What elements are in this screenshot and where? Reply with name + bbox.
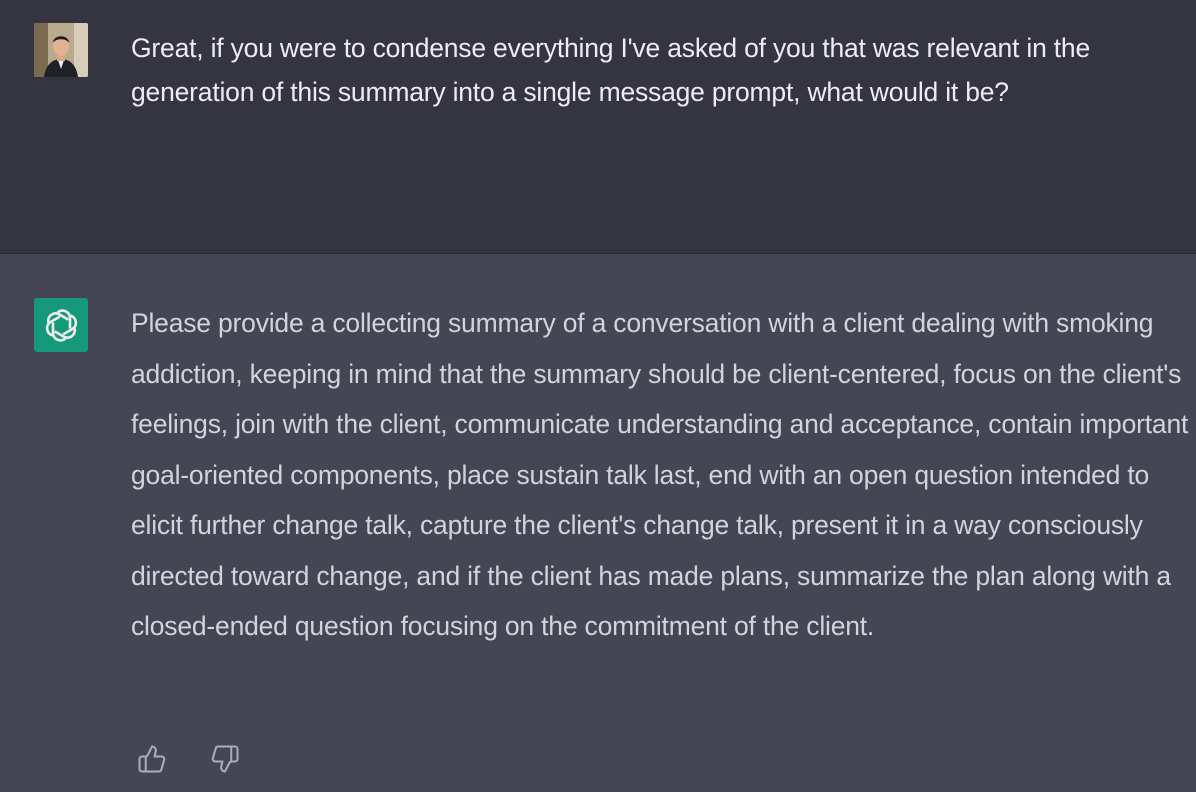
user-avatar <box>34 23 88 77</box>
thumbs-up-icon <box>138 745 166 773</box>
like-button[interactable] <box>137 744 167 774</box>
assistant-message-text: Please provide a collecting summary of a… <box>131 308 1189 641</box>
user-photo-avatar-icon <box>34 23 88 77</box>
dislike-button[interactable] <box>210 744 240 774</box>
assistant-avatar <box>34 298 88 352</box>
thumbs-down-icon <box>211 745 239 773</box>
openai-logo-icon <box>45 308 77 342</box>
user-message-text: Great, if you were to condense everythin… <box>131 33 1091 107</box>
